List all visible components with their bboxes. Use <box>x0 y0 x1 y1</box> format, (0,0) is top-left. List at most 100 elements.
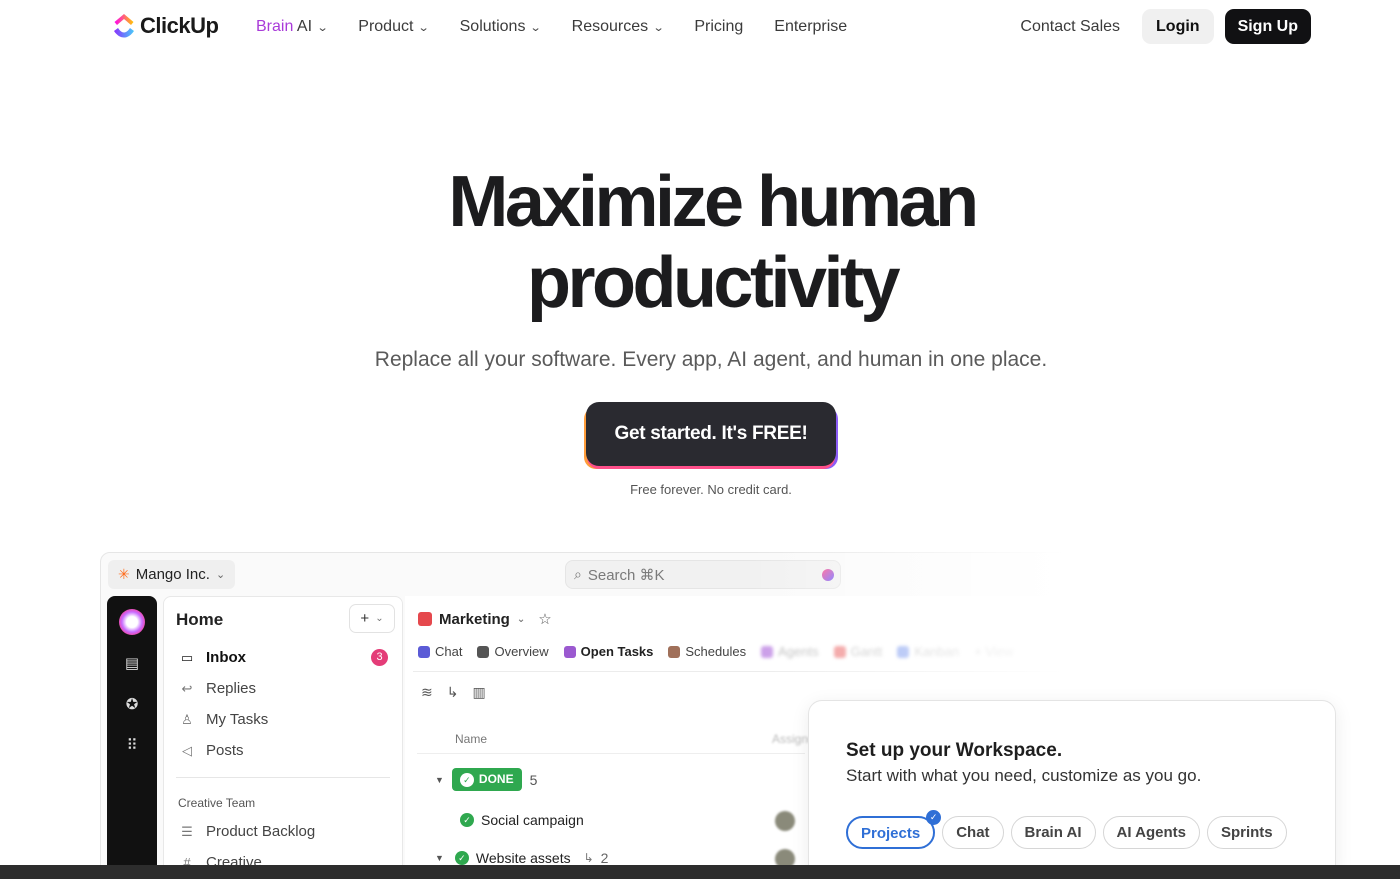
chevron-down-icon: ⌄ <box>418 21 431 34</box>
columns-icon[interactable]: ▥ <box>472 684 485 701</box>
option-sprints[interactable]: Sprints <box>1206 816 1287 849</box>
sidebar-divider <box>176 777 390 778</box>
info-icon <box>477 645 490 658</box>
sidebar-item-posts[interactable]: ◁ Posts <box>179 742 244 759</box>
hero-subtitle: Replace all your software. Every app, AI… <box>374 348 1048 371</box>
hero-title: Maximize human productivity <box>0 162 1400 324</box>
brand-name: ClickUp <box>140 13 219 38</box>
status-label: DONE <box>478 772 514 786</box>
clickup-logo[interactable]: ClickUp <box>111 12 219 40</box>
nav-brain-ai[interactable]: Brain AI ⌄ <box>256 16 329 38</box>
option-ai-agents[interactable]: AI Agents <box>1102 816 1200 849</box>
option-label: Sprints <box>1220 824 1273 841</box>
subtask-count: 2 <box>600 850 609 866</box>
sidebar-item-label: Replies <box>206 680 257 697</box>
table-row[interactable]: ▼ ✓ Website assets ↳ 2 <box>435 850 608 866</box>
home-icon[interactable] <box>119 609 145 635</box>
chevron-down-icon: ⌄ <box>316 21 329 34</box>
nav-product[interactable]: Product ⌄ <box>358 16 431 38</box>
tab-kanban[interactable]: Kanban <box>897 644 959 659</box>
search-bar[interactable]: ⌕ Search ⌘K <box>565 560 841 589</box>
tab-open-tasks[interactable]: Open Tasks <box>563 644 653 659</box>
sidebar-item-label: My Tasks <box>206 711 269 728</box>
option-projects[interactable]: Projects ✓ <box>846 810 942 849</box>
option-label: AI Agents <box>1116 824 1186 841</box>
nav-actions: Contact Sales Login Sign Up <box>1020 9 1311 44</box>
inbox-icon: ▭ <box>180 649 194 665</box>
sidebar-item-my-tasks[interactable]: ♙ My Tasks <box>179 711 268 728</box>
workspace-switcher[interactable]: ✳ Mango Inc. ⌄ <box>108 560 236 589</box>
plus-icon: + <box>360 610 370 627</box>
megaphone-icon: ◁ <box>182 742 192 758</box>
tab-label: Overview <box>494 644 549 659</box>
docs-icon[interactable]: ▤ <box>122 654 142 674</box>
column-header-name: Name <box>455 732 488 746</box>
kanban-icon <box>897 645 910 658</box>
cta-note: Free forever. No credit card. <box>630 482 792 497</box>
sidebar-item-product-backlog[interactable]: ☰ Product Backlog <box>179 823 315 840</box>
nav-enterprise[interactable]: Enterprise <box>774 16 847 38</box>
tab-schedules[interactable]: Schedules <box>668 644 746 659</box>
top-nav: ClickUp Brain AI ⌄ Product ⌄ Solutions ⌄… <box>0 0 1400 54</box>
list-title[interactable]: Marketing ⌄ ☆ <box>418 610 552 628</box>
tab-gantt[interactable]: Gantt <box>833 644 882 659</box>
tab-chat[interactable]: Chat <box>418 644 462 659</box>
check-icon: ✓ <box>454 851 469 865</box>
sidebar-item-label: Inbox <box>206 649 246 666</box>
expand-caret-icon[interactable]: ▼ <box>435 853 444 863</box>
check-icon: ✓ <box>460 813 474 827</box>
ai-orb-icon[interactable] <box>822 569 834 581</box>
nav-resources[interactable]: Resources ⌄ <box>571 16 665 38</box>
hero-title-line2: productivity <box>526 243 901 323</box>
workspace-name: Mango Inc. <box>135 566 210 583</box>
option-brain-ai[interactable]: Brain AI <box>1010 816 1096 849</box>
chevron-down-icon: ⌄ <box>516 613 526 625</box>
contact-sales-link[interactable]: Contact Sales <box>1020 18 1120 36</box>
option-label: Projects <box>861 825 921 842</box>
get-started-button[interactable]: Get started. It's FREE! <box>586 402 836 466</box>
sidebar-item-replies[interactable]: ↩ Replies <box>179 680 256 697</box>
signup-button[interactable]: Sign Up <box>1224 9 1311 44</box>
subtasks-icon[interactable]: ↳ <box>447 684 459 701</box>
task-name: Website assets <box>475 850 571 866</box>
tab-label: Chat <box>435 644 463 659</box>
option-label: Chat <box>956 824 990 841</box>
nav-pricing-label: Pricing <box>694 18 744 35</box>
tabs-divider <box>413 671 1199 672</box>
setup-subtitle: Start with what you need, customize as y… <box>846 766 1202 785</box>
add-button[interactable]: + ⌄ <box>349 604 395 633</box>
tab-label: Schedules <box>685 644 747 659</box>
sidebar-item-inbox[interactable]: ▭ Inbox <box>179 649 246 666</box>
option-label: Brain AI <box>1024 824 1082 841</box>
avatar <box>775 811 795 831</box>
list-title-label: Marketing <box>439 610 510 628</box>
nav-pricing[interactable]: Pricing <box>694 16 743 38</box>
table-row[interactable]: ✓ Social campaign <box>460 812 584 828</box>
chat-icon <box>418 645 430 658</box>
tab-label: + View <box>974 644 1014 659</box>
brain-icon[interactable]: ✪ <box>122 695 142 715</box>
apps-grid-icon[interactable]: ⠿ <box>122 736 142 756</box>
search-icon: ⌕ <box>574 566 582 582</box>
list-color-icon <box>418 612 432 626</box>
status-count: 5 <box>529 771 538 788</box>
tab-agents[interactable]: Agents <box>761 644 819 659</box>
search-placeholder: Search ⌘K <box>587 566 665 584</box>
star-icon[interactable]: ☆ <box>538 610 551 628</box>
nav-resources-label: Resources <box>571 18 649 35</box>
status-group-done[interactable]: ▼ ✓ DONE 5 <box>435 768 537 791</box>
user-icon: ♙ <box>181 711 193 727</box>
nav-product-label: Product <box>358 18 414 35</box>
nav-solutions[interactable]: Solutions ⌄ <box>460 16 542 38</box>
layers-icon[interactable]: ≋ <box>421 684 433 701</box>
add-view-button[interactable]: + View <box>974 644 1013 659</box>
status-badge: ✓ DONE <box>451 768 522 791</box>
option-chat[interactable]: Chat <box>942 816 1004 849</box>
clickup-logo-icon <box>114 14 134 38</box>
list-toolbar: ≋ ↳ ▥ <box>421 684 486 701</box>
check-icon: ✓ <box>459 772 474 787</box>
chevron-down-icon: ⌄ <box>215 569 226 581</box>
login-button[interactable]: Login <box>1142 9 1214 44</box>
tab-overview[interactable]: Overview <box>477 644 549 659</box>
collapse-caret-icon[interactable]: ▼ <box>435 775 444 785</box>
